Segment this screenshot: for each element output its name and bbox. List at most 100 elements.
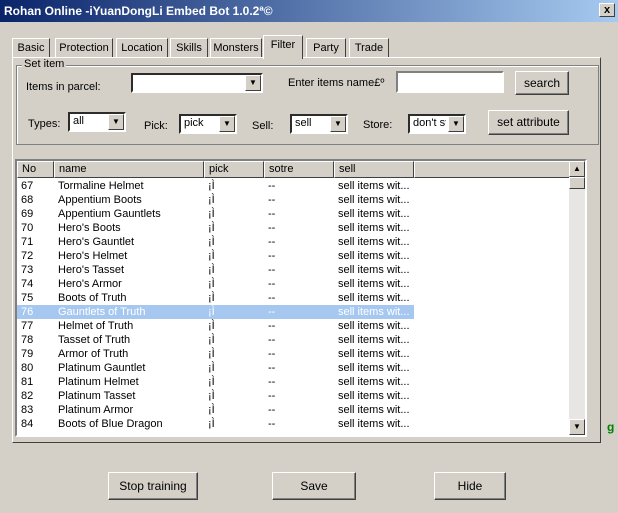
cell-name: Platinum Gauntlet <box>58 362 146 374</box>
chevron-down-icon[interactable]: ▼ <box>219 116 235 132</box>
scroll-up-arrow-icon[interactable]: ▲ <box>569 161 585 177</box>
chevron-down-icon[interactable]: ▼ <box>245 75 261 91</box>
cell-name: Tasset of Truth <box>58 334 131 346</box>
window-title: Rohan Online -iYuanDongLi Embed Bot 1.0.… <box>4 4 273 18</box>
table-row[interactable]: 84 Boots of Blue Dragon ¡Ì -- sell items wit… <box>17 417 572 431</box>
cell-name: Helmet of Truth <box>58 320 134 332</box>
close-button[interactable]: x <box>599 3 615 17</box>
cell-no: 81 <box>21 376 34 388</box>
hide-button[interactable]: Hide <box>434 472 506 500</box>
tab-monsters[interactable]: Monsters <box>210 38 262 58</box>
cell-no: 76 <box>17 305 54 319</box>
item-name-input[interactable] <box>396 71 504 93</box>
close-icon: x <box>603 4 611 16</box>
table-row[interactable]: 78 Tasset of Truth ¡Ì -- sell items wit... <box>17 333 572 347</box>
table-row[interactable]: 73 Hero's Tasset ¡Ì -- sell items wit... <box>17 263 572 277</box>
save-button[interactable]: Save <box>272 472 356 500</box>
cell-sell: sell items wit... <box>338 376 410 388</box>
cell-sell: sell items wit... <box>338 250 410 262</box>
cell-store: -- <box>268 222 276 234</box>
tab-location[interactable]: Location <box>116 38 168 58</box>
cell-store: -- <box>268 264 276 276</box>
chevron-down-icon[interactable]: ▼ <box>448 116 464 132</box>
cell-store: -- <box>268 348 276 360</box>
column-header-store[interactable]: sotre <box>264 161 334 178</box>
cell-pick: ¡Ì <box>208 292 215 304</box>
table-row[interactable]: 72 Hero's Helmet ¡Ì -- sell items wit... <box>17 249 572 263</box>
pick-label: Pick: <box>144 120 168 132</box>
search-button[interactable]: search <box>515 71 569 95</box>
pick-select[interactable]: pick ▼ <box>179 114 237 134</box>
cell-pick: ¡Ì <box>208 404 215 416</box>
table-row[interactable]: 80 Platinum Gauntlet ¡Ì -- sell items wit... <box>17 361 572 375</box>
sell-select[interactable]: sell ▼ <box>290 114 348 134</box>
sell-label: Sell: <box>252 120 274 132</box>
cell-sell: sell items wit... <box>338 348 410 360</box>
tab-protection[interactable]: Protection <box>55 38 113 58</box>
table-row[interactable]: 67 Tormaline Helmet ¡Ì -- sell items wit... <box>17 179 572 193</box>
types-select[interactable]: all ▼ <box>68 112 126 132</box>
cell-pick: ¡Ì <box>208 278 215 290</box>
cell-no: 82 <box>21 390 34 402</box>
table-row[interactable]: 82 Platinum Tasset ¡Ì -- sell items wit... <box>17 389 572 403</box>
table-row[interactable]: 70 Hero's Boots ¡Ì -- sell items wit... <box>17 221 572 235</box>
table-row[interactable]: 71 Hero's Gauntlet ¡Ì -- sell items wit... <box>17 235 572 249</box>
store-select[interactable]: don't sto ▼ <box>408 114 466 134</box>
scroll-thumb[interactable] <box>569 177 585 189</box>
table-row[interactable]: 77 Helmet of Truth ¡Ì -- sell items wit... <box>17 319 572 333</box>
types-value: all <box>73 115 85 127</box>
cell-no: 72 <box>21 250 34 262</box>
table-row[interactable]: 83 Platinum Armor ¡Ì -- sell items wit... <box>17 403 572 417</box>
cell-no: 68 <box>21 194 34 206</box>
table-row[interactable]: 75 Boots of Truth ¡Ì -- sell items wit... <box>17 291 572 305</box>
types-label: Types: <box>28 118 61 130</box>
tab-trade[interactable]: Trade <box>349 38 389 58</box>
cell-name: Boots of Blue Dragon <box>58 418 163 430</box>
cell-pick: ¡Ì <box>208 418 215 430</box>
column-header-name[interactable]: name <box>54 161 204 178</box>
table-row[interactable]: 79 Armor of Truth ¡Ì -- sell items wit... <box>17 347 572 361</box>
cell-store: -- <box>268 334 276 346</box>
cell-name: Boots of Truth <box>58 292 127 304</box>
column-header-empty <box>414 161 572 178</box>
cell-sell: sell items wit... <box>338 404 410 416</box>
cell-no: 74 <box>21 278 34 290</box>
tab-filter[interactable]: Filter <box>263 35 303 59</box>
tab-basic[interactable]: Basic <box>12 38 50 58</box>
table-row[interactable]: 74 Hero's Armor ¡Ì -- sell items wit... <box>17 277 572 291</box>
cell-no: 69 <box>21 208 34 220</box>
items-in-parcel-select[interactable]: ▼ <box>131 73 263 93</box>
set-attribute-button[interactable]: set attribute <box>488 110 569 135</box>
cell-store: -- <box>268 208 276 220</box>
table-row[interactable]: 69 Appentium Gauntlets ¡Ì -- sell items wit.… <box>17 207 572 221</box>
cell-no: 73 <box>21 264 34 276</box>
column-header-sell[interactable]: sell <box>334 161 414 178</box>
cell-store: -- <box>268 362 276 374</box>
cell-no: 79 <box>21 348 34 360</box>
cell-name: Appentium Gauntlets <box>58 208 161 220</box>
chevron-down-icon[interactable]: ▼ <box>108 114 124 130</box>
cell-pick: ¡Ì <box>208 222 215 234</box>
cell-sell: sell items wit... <box>338 236 410 248</box>
table-row[interactable]: 68 Appentium Boots ¡Ì -- sell items wit... <box>17 193 572 207</box>
cell-sell: sell items wit... <box>338 208 410 220</box>
cell-name: Hero's Helmet <box>58 250 128 262</box>
table-row[interactable]: 81 Platinum Helmet ¡Ì -- sell items wit... <box>17 375 572 389</box>
cell-sell: sell items wit... <box>338 334 410 346</box>
vertical-scrollbar[interactable]: ▲ ▼ <box>569 161 585 435</box>
list-header: No name pick sotre sell <box>17 161 572 178</box>
cell-store: -- <box>268 390 276 402</box>
scroll-down-arrow-icon[interactable]: ▼ <box>569 419 585 435</box>
column-header-pick[interactable]: pick <box>204 161 264 178</box>
column-header-no[interactable]: No <box>17 161 54 178</box>
chevron-down-icon[interactable]: ▼ <box>330 116 346 132</box>
cell-pick: ¡Ì <box>208 348 215 360</box>
tab-skills[interactable]: Skills <box>170 38 208 58</box>
stop-training-button[interactable]: Stop training <box>108 472 198 500</box>
cell-name: Platinum Tasset <box>58 390 136 402</box>
table-row[interactable]: 76 Gauntlets of Truth ¡Ì -- sell items wit..… <box>17 305 572 319</box>
items-in-parcel-label: Items in parcel: <box>26 81 101 93</box>
item-list[interactable]: No name pick sotre sell 67 Tormaline Helm… <box>15 159 587 437</box>
tab-party[interactable]: Party <box>306 38 346 58</box>
cell-name: Hero's Gauntlet <box>58 236 135 248</box>
